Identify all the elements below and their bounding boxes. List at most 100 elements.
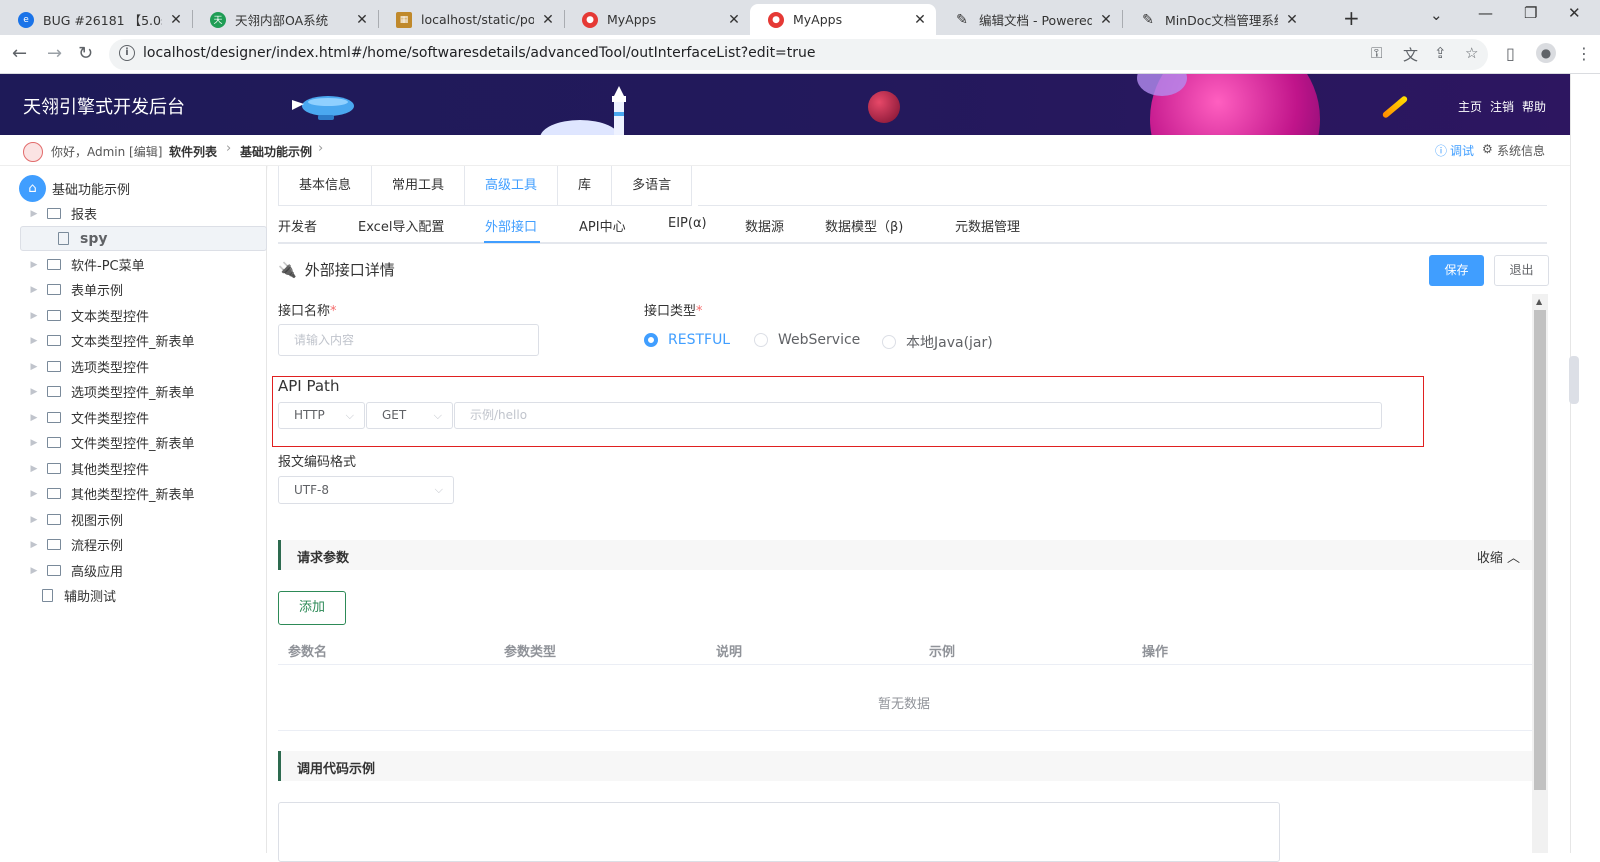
caret-right-icon[interactable]: ▶ [25,387,43,397]
system-info-link[interactable]: 系统信息 [1497,142,1545,159]
profile-avatar-icon[interactable]: ● [1536,43,1556,63]
breadcrumb-software-list[interactable]: 软件列表 [169,143,217,160]
tree-item[interactable]: ▶ 选项类型控件_新表单 [20,379,267,404]
close-tab-icon[interactable]: ✕ [168,12,184,28]
close-tab-icon[interactable]: ✕ [540,12,556,28]
info-icon[interactable]: ⓘ [1435,142,1447,159]
home-link[interactable]: 主页 [1458,98,1482,115]
radio-webservice[interactable]: WebService [754,332,860,348]
interface-name-input[interactable]: 请输入内容 [278,324,539,356]
caret-right-icon[interactable]: ▶ [25,311,43,321]
method-select[interactable]: GET ⌵ [366,402,453,429]
radio-dot[interactable] [754,333,768,347]
close-tab-icon[interactable]: ✕ [726,12,742,28]
new-tab-icon[interactable]: + [1343,6,1360,30]
subtab-data-model[interactable]: 数据模型（β) [825,216,903,235]
avatar[interactable] [23,142,43,162]
exit-button[interactable]: 退出 [1494,255,1549,286]
subtab-datasource[interactable]: 数据源 [745,216,784,235]
close-tab-icon[interactable]: ✕ [354,12,370,28]
site-info-icon[interactable]: i [119,45,135,61]
subtab-developer[interactable]: 开发者 [278,216,317,235]
close-tab-icon[interactable]: ✕ [912,12,928,28]
caret-right-icon[interactable]: ▶ [25,413,43,423]
subtab-api-center[interactable]: API中心 [579,216,626,235]
translate-icon[interactable]: 文 [1403,44,1418,65]
browser-tab[interactable]: ▦ localhost/static/porta ✕ [378,4,564,35]
browser-tab[interactable]: ✎ 编辑文档 - Powered by ✕ [936,4,1122,35]
caret-right-icon[interactable]: ▶ [25,540,43,550]
tree-item[interactable]: ▶ 选项类型控件 [20,354,267,379]
tree-item[interactable]: ▶ 流程示例 [20,532,267,557]
drawer-handle[interactable] [1569,356,1579,404]
code-example-box[interactable] [278,802,1280,862]
logout-link[interactable]: 注销 [1490,98,1514,115]
browser-menu-icon[interactable]: ⋮ [1576,44,1592,63]
tab-multilang[interactable]: 多语言 [612,166,691,205]
browser-tab[interactable]: ✎ MinDoc文档管理系统 ✕ [1122,4,1308,35]
tab-advanced-tools[interactable]: 高级工具 [465,166,559,205]
bookmark-star-icon[interactable]: ☆ [1465,44,1478,62]
tab-library[interactable]: 库 [558,166,613,205]
tab-search-icon[interactable]: ⌄ [1430,6,1443,24]
browser-tab[interactable]: 天 天翎内部OA系统 ✕ [192,4,378,35]
close-tab-icon[interactable]: ✕ [1098,12,1114,28]
subtab-metadata[interactable]: 元数据管理 [955,216,1020,235]
close-tab-icon[interactable]: ✕ [1284,12,1300,28]
tree-root[interactable]: ⌂ 基础功能示例 [19,175,130,202]
api-path-input[interactable]: 示例/hello [454,402,1382,429]
browser-tab[interactable]: e BUG #26181 【5.0sp1 ✕ [0,4,192,35]
scrollbar-thumb[interactable] [1534,310,1546,790]
radio-local-java[interactable]: 本地Java(jar) [882,332,993,352]
debug-link[interactable]: 调试 [1450,142,1474,159]
back-icon[interactable]: ← [12,43,27,64]
radio-dot[interactable] [644,333,658,347]
subtab-external-interface[interactable]: 外部接口 [485,216,537,235]
caret-right-icon[interactable]: ▶ [25,438,43,448]
collapse-toggle[interactable]: 收缩 ︿ [1477,547,1520,566]
tree-item[interactable]: ▶ 文件类型控件 [20,405,267,430]
tree-item-selected[interactable]: spy [20,226,267,251]
breadcrumb-current[interactable]: 基础功能示例 [240,143,312,160]
caret-right-icon[interactable]: ▶ [25,336,43,346]
tree-item[interactable]: ▶ 视图示例 [20,507,267,532]
caret-right-icon[interactable]: ▶ [25,362,43,372]
tree-item[interactable]: ▶ 其他类型控件_新表单 [20,481,267,506]
tree-item[interactable]: ▶ 高级应用 [20,558,267,583]
caret-right-icon[interactable]: ▶ [25,209,43,219]
scroll-up-icon[interactable]: ▲ [1536,297,1542,306]
tree-item[interactable]: ▶ 其他类型控件 [20,456,267,481]
tree-item[interactable]: ▶ 文本类型控件_新表单 [20,328,267,353]
forward-icon[interactable]: → [47,43,62,64]
restore-icon[interactable]: ❐ [1524,4,1537,22]
scrollbar[interactable]: ▲ [1532,294,1548,853]
browser-tab[interactable]: ● MyApps ✕ [564,4,750,35]
radio-dot[interactable] [882,335,896,349]
add-param-button[interactable]: 添加 [278,591,346,625]
protocol-select[interactable]: HTTP ⌵ [278,402,365,429]
browser-tab-active[interactable]: ● MyApps ✕ [750,4,936,35]
caret-right-icon[interactable]: ▶ [25,489,43,499]
minimize-icon[interactable]: — [1478,4,1493,22]
tree-item[interactable]: ▶ 文本类型控件 [20,303,267,328]
help-link[interactable]: 帮助 [1522,98,1546,115]
radio-restful[interactable]: RESTFUL [644,332,730,348]
caret-right-icon[interactable]: ▶ [25,285,43,295]
subtab-excel-import[interactable]: Excel导入配置 [358,216,444,235]
close-window-icon[interactable]: ✕ [1568,4,1581,22]
tree-item[interactable]: ▶ 软件-PC菜单 [20,252,267,277]
gear-icon[interactable]: ⚙ [1482,142,1493,156]
key-icon[interactable]: ⚿ [1371,44,1382,62]
subtab-eip[interactable]: EIP(α) [668,216,707,231]
caret-right-icon[interactable]: ▶ [25,464,43,474]
tab-common-tools[interactable]: 常用工具 [372,166,466,205]
share-icon[interactable]: ⇪ [1434,44,1447,62]
tree-item[interactable]: ▶ 报表 [20,201,267,226]
caret-right-icon[interactable]: ▶ [25,260,43,270]
save-button[interactable]: 保存 [1429,255,1484,286]
reload-icon[interactable]: ↻ [78,43,93,64]
encoding-select[interactable]: UTF-8 ⌵ [278,476,454,504]
address-bar[interactable]: i localhost/designer/index.html#/home/so… [109,39,1488,70]
tree-item[interactable]: ▶ 文件类型控件_新表单 [20,430,267,455]
tree-item[interactable]: 辅助测试 [20,583,267,608]
